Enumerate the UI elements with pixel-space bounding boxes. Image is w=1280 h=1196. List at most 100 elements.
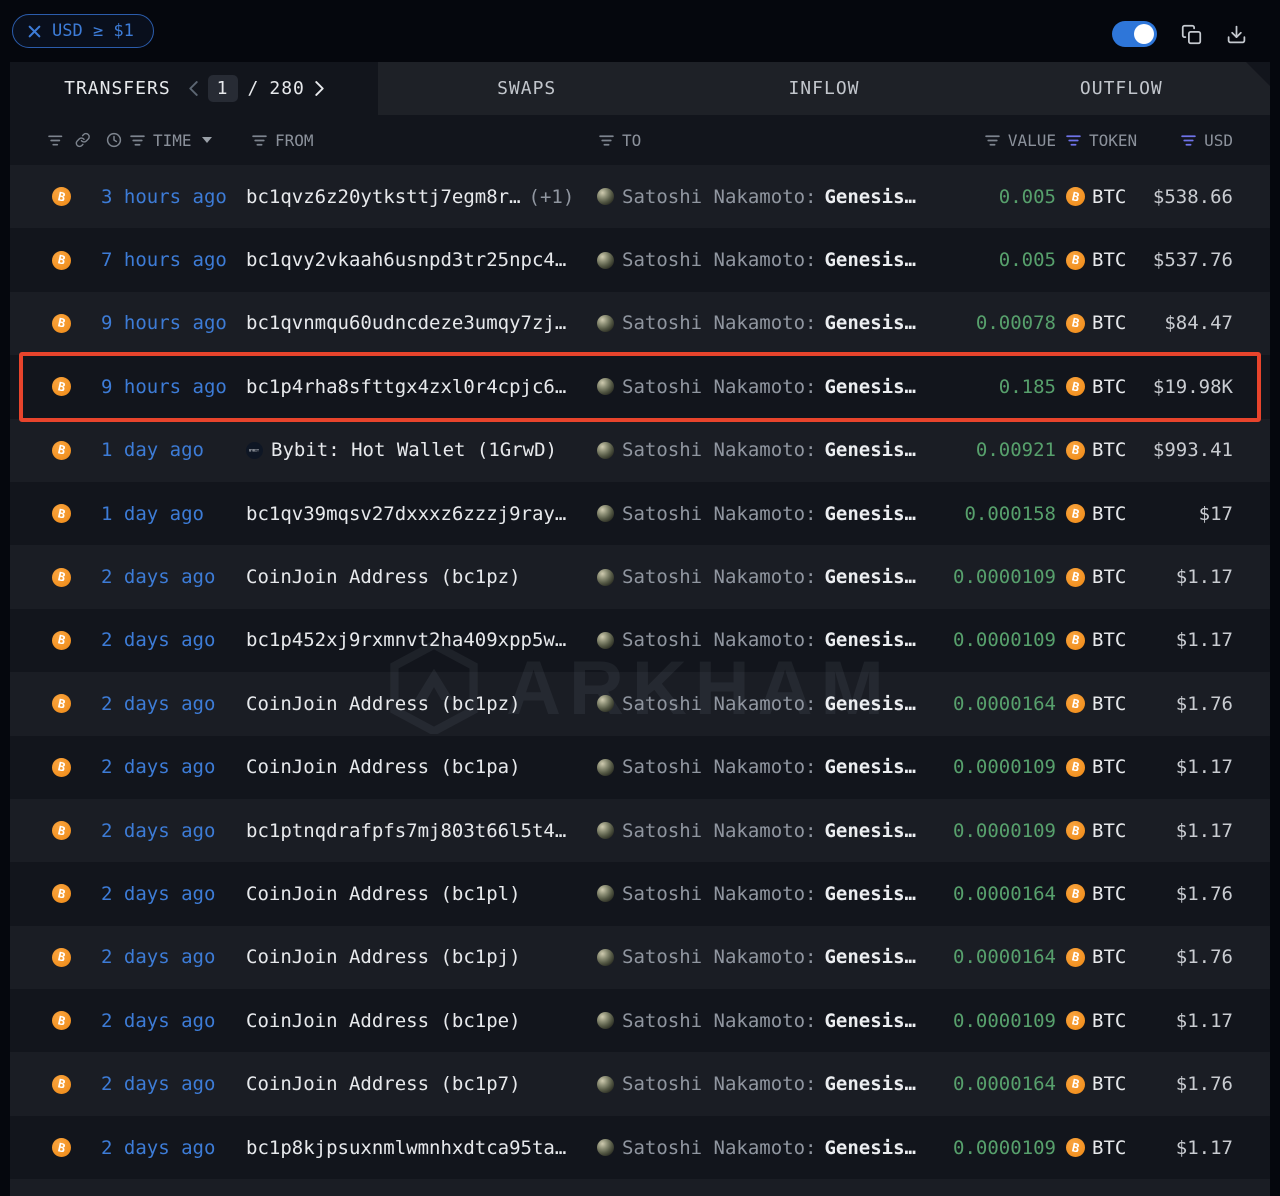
token-name[interactable]: BTC xyxy=(1092,566,1126,588)
to-entity-label[interactable]: Satoshi Nakamoto: xyxy=(622,756,816,778)
transfer-time[interactable]: 2 days ago xyxy=(101,820,215,842)
token-name[interactable]: BTC xyxy=(1092,820,1126,842)
token-name[interactable]: BTC xyxy=(1092,249,1126,271)
filter-icon-active[interactable] xyxy=(1066,134,1081,147)
transfer-time[interactable]: 3 hours ago xyxy=(101,186,227,208)
token-name[interactable]: BTC xyxy=(1092,946,1126,968)
link-icon[interactable] xyxy=(75,132,90,148)
to-entity-label[interactable]: Satoshi Nakamoto: xyxy=(622,566,816,588)
filter-icon[interactable] xyxy=(252,134,267,147)
to-entity-name[interactable]: Genesis… xyxy=(824,1073,916,1095)
to-entity-label[interactable]: Satoshi Nakamoto: xyxy=(622,249,816,271)
to-entity-name[interactable]: Genesis… xyxy=(824,820,916,842)
to-entity-name[interactable]: Genesis… xyxy=(824,186,916,208)
filter-icon[interactable] xyxy=(130,134,145,147)
table-row[interactable]: B 2 days ago CoinJoin Address (bc1pa) Sa… xyxy=(10,736,1270,799)
token-name[interactable]: BTC xyxy=(1092,439,1126,461)
to-entity-label[interactable]: Satoshi Nakamoto: xyxy=(622,503,816,525)
table-row[interactable]: B 1 day ago bc1qv39mqsv27dxxxz6zzzj9ray…… xyxy=(10,482,1270,545)
to-entity-name[interactable]: Genesis… xyxy=(824,249,916,271)
column-from[interactable]: FROM xyxy=(275,131,314,150)
column-time[interactable]: TIME xyxy=(153,131,192,150)
download-icon[interactable] xyxy=(1226,24,1247,45)
to-entity-name[interactable]: Genesis… xyxy=(824,756,916,778)
tab-swaps[interactable]: SWAPS xyxy=(378,62,675,115)
table-row[interactable]: B 2 days ago bc1p452xj9rxmnvt2ha409xpp5w… xyxy=(10,609,1270,672)
to-entity-label[interactable]: Satoshi Nakamoto: xyxy=(622,883,816,905)
token-name[interactable]: BTC xyxy=(1092,1137,1126,1159)
filter-icon[interactable] xyxy=(48,134,63,147)
column-token[interactable]: TOKEN xyxy=(1089,131,1137,150)
filter-icon[interactable] xyxy=(599,134,614,147)
to-entity-name[interactable]: Genesis… xyxy=(824,629,916,651)
to-entity-label[interactable]: Satoshi Nakamoto: xyxy=(622,946,816,968)
to-entity-label[interactable]: Satoshi Nakamoto: xyxy=(622,439,816,461)
to-entity-name[interactable]: Genesis… xyxy=(824,693,916,715)
usd-toggle[interactable] xyxy=(1112,21,1157,47)
table-row[interactable]: B 3 hours ago bc1qvz6z20ytksttj7egm8r… (… xyxy=(10,165,1270,228)
next-page-button[interactable] xyxy=(315,81,324,96)
token-name[interactable]: BTC xyxy=(1092,312,1126,334)
to-entity-name[interactable]: Genesis… xyxy=(824,312,916,334)
token-name[interactable]: BTC xyxy=(1092,503,1126,525)
table-row[interactable]: B 1 day ago BYBIT Bybit: Hot Wallet (1Gr… xyxy=(10,419,1270,482)
token-name[interactable]: BTC xyxy=(1092,629,1126,651)
token-name[interactable]: BTC xyxy=(1092,883,1126,905)
to-entity-label[interactable]: Satoshi Nakamoto: xyxy=(622,820,816,842)
filter-icon[interactable] xyxy=(985,134,1000,147)
transfer-time[interactable]: 9 hours ago xyxy=(101,376,227,398)
table-row[interactable]: B 2 days ago CoinJoin Address (bc1p7) Sa… xyxy=(10,1052,1270,1115)
transfer-time[interactable]: 7 hours ago xyxy=(101,249,227,271)
from-extra-count[interactable]: (+1) xyxy=(529,186,575,208)
transfer-time[interactable]: 1 day ago xyxy=(101,439,204,461)
from-address[interactable]: bc1p8kjpsuxnmlwmnhxdtca95ta… xyxy=(246,1137,566,1159)
transfer-time[interactable]: 2 days ago xyxy=(101,1073,215,1095)
transfer-time[interactable]: 2 days ago xyxy=(101,946,215,968)
from-address[interactable]: CoinJoin Address (bc1pz) xyxy=(246,693,521,715)
transfer-time[interactable]: 1 day ago xyxy=(101,503,204,525)
usd-filter-chip[interactable]: USD ≥ $1 xyxy=(12,14,154,48)
table-row[interactable]: B 9 hours ago bc1qvnmqu60udncdeze3umqy7z… xyxy=(10,292,1270,355)
to-entity-label[interactable]: Satoshi Nakamoto: xyxy=(622,1010,816,1032)
copy-icon[interactable] xyxy=(1181,24,1202,45)
table-row[interactable]: B 2 days ago CoinJoin Address (bc1pe) Sa… xyxy=(10,989,1270,1052)
to-entity-label[interactable]: Satoshi Nakamoto: xyxy=(622,186,816,208)
to-entity-name[interactable]: Genesis… xyxy=(824,439,916,461)
token-name[interactable]: BTC xyxy=(1092,376,1126,398)
to-entity-name[interactable]: Genesis… xyxy=(824,503,916,525)
prev-page-button[interactable] xyxy=(189,81,198,96)
from-address[interactable]: bc1p4rha8sfttgx4zxl0r4cpjc6… xyxy=(246,376,566,398)
from-address[interactable]: bc1qvnmqu60udncdeze3umqy7zj… xyxy=(246,312,566,334)
from-address[interactable]: Bybit: Hot Wallet (1GrwD) xyxy=(271,439,557,461)
to-entity-label[interactable]: Satoshi Nakamoto: xyxy=(622,376,816,398)
column-value[interactable]: VALUE xyxy=(1008,131,1056,150)
table-row[interactable]: B 2 days ago CoinJoin Address (bc1pj) Sa… xyxy=(10,926,1270,989)
from-address[interactable]: CoinJoin Address (bc1p7) xyxy=(246,1073,521,1095)
token-name[interactable]: BTC xyxy=(1092,1073,1126,1095)
from-address[interactable]: bc1p452xj9rxmnvt2ha409xpp5w… xyxy=(246,629,566,651)
from-address[interactable]: CoinJoin Address (bc1pa) xyxy=(246,756,521,778)
from-address[interactable]: bc1qvz6z20ytksttj7egm8r… xyxy=(246,186,521,208)
token-name[interactable]: BTC xyxy=(1092,693,1126,715)
tab-inflow[interactable]: INFLOW xyxy=(675,62,972,115)
to-entity-name[interactable]: Genesis… xyxy=(824,883,916,905)
from-address[interactable]: bc1ptnqdrafpfs7mj803t66l5t4… xyxy=(246,820,566,842)
token-name[interactable]: BTC xyxy=(1092,1010,1126,1032)
table-row[interactable]: B 2 days ago bc1p8kjpsuxnmlwmnhxdtca95ta… xyxy=(10,1116,1270,1179)
table-row[interactable]: B 7 hours ago bc1qvy2vkaah6usnpd3tr25npc… xyxy=(10,228,1270,291)
transfer-time[interactable]: 2 days ago xyxy=(101,629,215,651)
from-address[interactable]: CoinJoin Address (bc1pz) xyxy=(246,566,521,588)
from-address[interactable]: bc1qvy2vkaah6usnpd3tr25npc4… xyxy=(246,249,566,271)
from-address[interactable]: CoinJoin Address (bc1pe) xyxy=(246,1010,521,1032)
table-row[interactable]: B 2 days ago CoinJoin Address (bc1pl) Sa… xyxy=(10,862,1270,925)
to-entity-name[interactable]: Genesis… xyxy=(824,1137,916,1159)
tab-transfers[interactable]: TRANSFERS 1 / 280 xyxy=(10,62,378,115)
to-entity-label[interactable]: Satoshi Nakamoto: xyxy=(622,312,816,334)
to-entity-label[interactable]: Satoshi Nakamoto: xyxy=(622,1073,816,1095)
to-entity-label[interactable]: Satoshi Nakamoto: xyxy=(622,1137,816,1159)
from-address[interactable]: bc1qv39mqsv27dxxxz6zzzj9ray… xyxy=(246,503,566,525)
from-address[interactable]: CoinJoin Address (bc1pl) xyxy=(246,883,521,905)
table-row[interactable]: B 9 hours ago bc1p4rha8sfttgx4zxl0r4cpjc… xyxy=(10,355,1270,418)
to-entity-name[interactable]: Genesis… xyxy=(824,1010,916,1032)
table-row[interactable]: B 2 days ago bc1ptnqdrafpfs7mj803t66l5t4… xyxy=(10,799,1270,862)
